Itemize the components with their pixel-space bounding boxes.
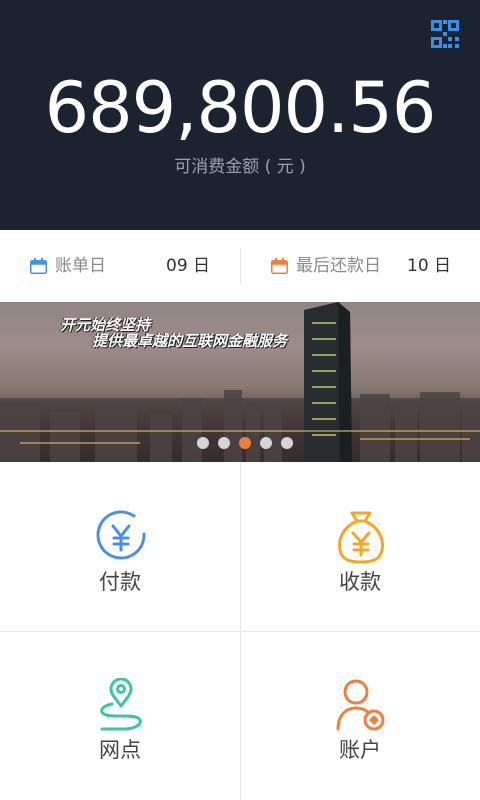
- balance-label: 可消费金额 ( 元 ): [174, 157, 306, 177]
- carousel-dot[interactable]: [260, 437, 272, 449]
- branch-button[interactable]: 网点: [0, 632, 240, 800]
- branch-label: 网点: [99, 738, 141, 762]
- pay-label: 付款: [99, 570, 141, 594]
- carousel-dot[interactable]: [218, 437, 230, 449]
- balance-amount: 689,800.56: [44, 67, 437, 149]
- statement-day[interactable]: 账单日 09 日: [0, 230, 240, 302]
- repayment-day[interactable]: 最后还款日 10 日: [241, 230, 480, 302]
- account-label: 账户: [339, 738, 381, 762]
- repayment-day-value: 10 日: [407, 256, 452, 276]
- money-bag-icon: [338, 511, 384, 564]
- grid-divider-horizontal: [0, 631, 480, 632]
- carousel-indicators: [0, 437, 480, 451]
- statement-day-value: 09 日: [166, 256, 211, 276]
- function-grid: 付款 收款 网点 账户: [0, 462, 480, 800]
- pay-button[interactable]: 付款: [0, 462, 240, 631]
- repayment-day-label: 最后还款日: [296, 256, 381, 276]
- yen-circle-icon: [96, 510, 146, 560]
- calendar-icon: [271, 258, 288, 274]
- statement-day-label: 账单日: [55, 256, 106, 276]
- qr-code-button[interactable]: [431, 20, 459, 48]
- receive-button[interactable]: 收款: [240, 462, 480, 631]
- balance-header: 689,800.56 可消费金额 ( 元 ): [0, 0, 480, 230]
- location-route-icon: [100, 678, 142, 731]
- promo-banner[interactable]: 开元始终坚持 提供最卓越的互联网金融服务: [0, 302, 480, 462]
- banner-slogan-line2: 提供最卓越的互联网金融服务: [92, 332, 288, 350]
- calendar-icon: [30, 258, 47, 274]
- account-button[interactable]: 账户: [240, 632, 480, 800]
- carousel-dot[interactable]: [281, 437, 293, 449]
- receive-label: 收款: [339, 570, 381, 594]
- carousel-dot-active[interactable]: [239, 437, 251, 449]
- user-account-icon: [336, 679, 385, 731]
- carousel-dot[interactable]: [197, 437, 209, 449]
- billing-dates-bar: 账单日 09 日 最后还款日 10 日: [0, 230, 480, 302]
- qr-code-icon: [431, 20, 459, 48]
